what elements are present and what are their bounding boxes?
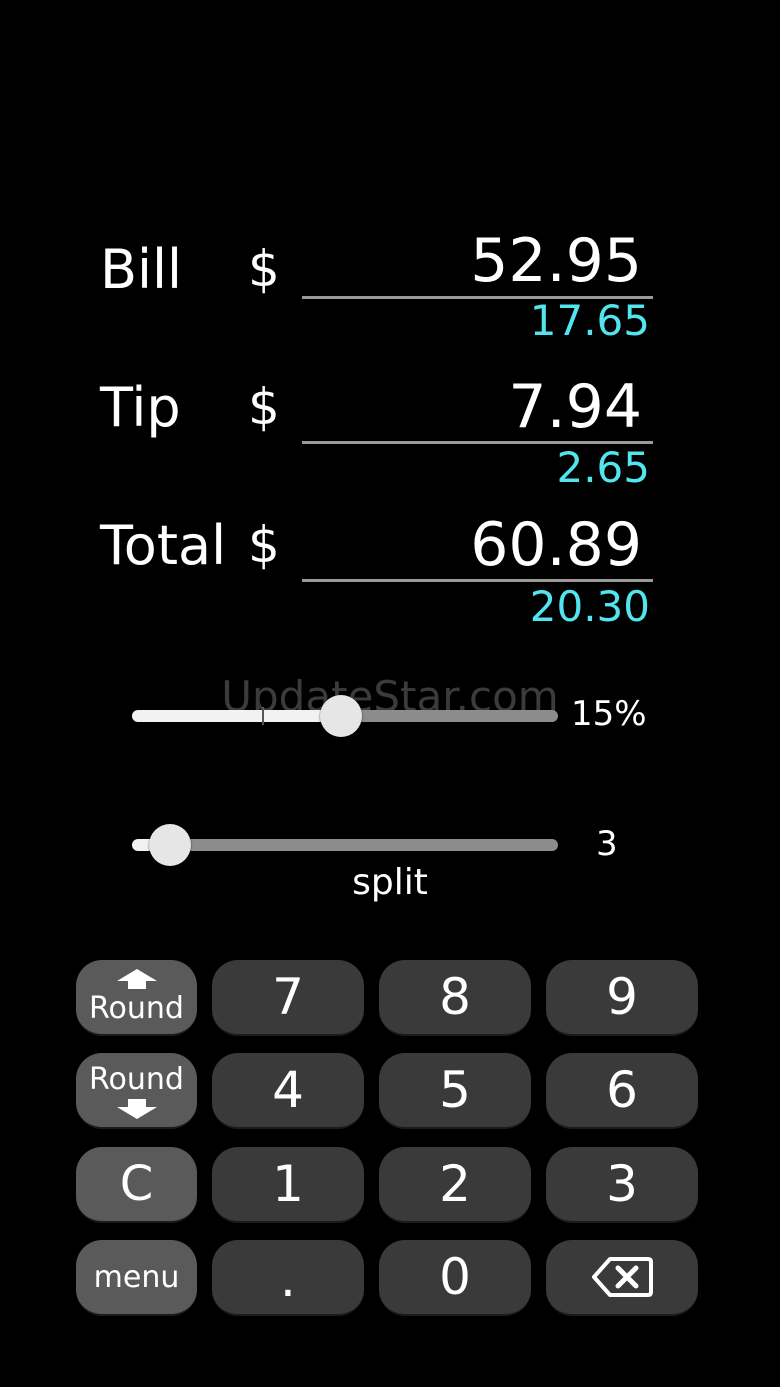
split-count-value: 3 xyxy=(596,824,618,864)
backspace-icon xyxy=(592,1257,653,1297)
total-label: Total xyxy=(100,514,227,577)
tip-slider-fill xyxy=(132,710,341,722)
key-5[interactable]: 5 xyxy=(379,1053,531,1129)
tip-slider-knob[interactable] xyxy=(320,695,362,737)
bill-per-person: 17.65 xyxy=(529,296,650,345)
key-9[interactable]: 9 xyxy=(546,960,698,1036)
menu-button[interactable]: menu xyxy=(76,1240,197,1316)
key-2[interactable]: 2 xyxy=(379,1147,531,1223)
bill-label: Bill xyxy=(100,238,183,301)
total-amount-field[interactable]: 60.89 xyxy=(302,510,642,580)
round-up-button[interactable]: Round xyxy=(76,960,197,1036)
arrow-up-icon xyxy=(116,968,157,989)
menu-label: menu xyxy=(93,1259,180,1295)
key-0[interactable]: 0 xyxy=(379,1240,531,1316)
split-label: split xyxy=(352,862,428,903)
key-8[interactable]: 8 xyxy=(379,960,531,1036)
round-down-label: Round xyxy=(89,1061,184,1097)
key-6[interactable]: 6 xyxy=(546,1053,698,1129)
split-slider-track xyxy=(170,839,558,851)
key-3[interactable]: 3 xyxy=(546,1147,698,1223)
key-decimal-point[interactable]: . xyxy=(212,1240,364,1316)
bill-currency: $ xyxy=(248,240,280,298)
tip-percent-value: 15% xyxy=(571,694,647,734)
round-up-label: Round xyxy=(89,990,184,1026)
tip-amount-field[interactable]: 7.94 xyxy=(302,372,642,442)
split-slider-knob[interactable] xyxy=(149,824,191,866)
tip-slider-track xyxy=(341,710,558,722)
key-7[interactable]: 7 xyxy=(212,960,364,1036)
arrow-down-icon xyxy=(116,1098,157,1119)
tip-per-person: 2.65 xyxy=(556,443,650,492)
clear-button[interactable]: C xyxy=(76,1147,197,1223)
total-per-person: 20.30 xyxy=(529,582,650,631)
tip-slider-tick xyxy=(262,707,264,725)
tip-currency: $ xyxy=(248,378,280,436)
total-currency: $ xyxy=(248,516,280,574)
tip-percent-slider[interactable] xyxy=(132,695,558,737)
round-down-button[interactable]: Round xyxy=(76,1053,197,1129)
clear-label: C xyxy=(119,1156,154,1212)
key-1[interactable]: 1 xyxy=(212,1147,364,1223)
tip-label: Tip xyxy=(100,376,181,439)
key-4[interactable]: 4 xyxy=(212,1053,364,1129)
split-slider[interactable] xyxy=(132,824,558,866)
bill-amount-field[interactable]: 52.95 xyxy=(302,226,642,296)
backspace-button[interactable] xyxy=(546,1240,698,1316)
